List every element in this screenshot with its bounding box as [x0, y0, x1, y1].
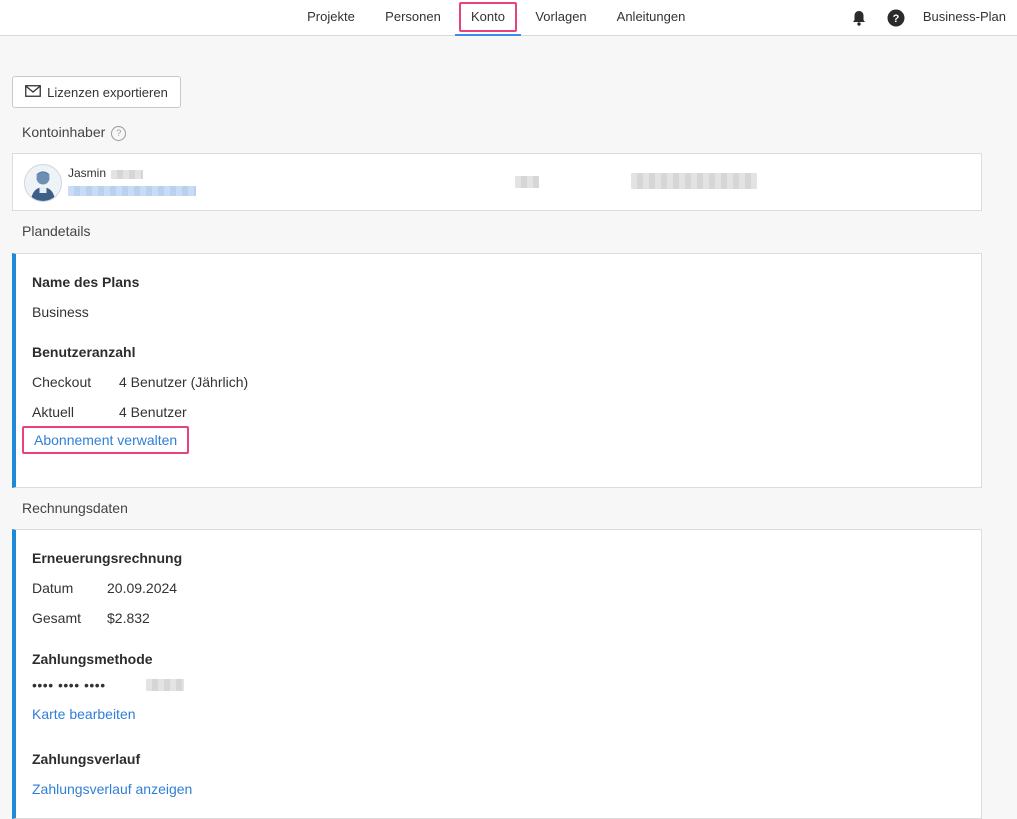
- envelope-icon: [25, 84, 42, 100]
- account-owner-card: Jasmin: [12, 153, 982, 211]
- current-label: Aktuell: [32, 404, 75, 420]
- avatar: [24, 164, 62, 202]
- nav-konto[interactable]: Konto: [455, 0, 521, 36]
- owner-first-name: Jasmin: [68, 166, 107, 180]
- billing-heading: Rechnungsdaten: [22, 500, 128, 516]
- bell-icon[interactable]: [850, 9, 868, 27]
- plan-label[interactable]: Business-Plan: [923, 0, 1006, 34]
- redacted-email: [68, 186, 196, 196]
- plan-name-heading: Name des Plans: [32, 274, 140, 290]
- redacted-field: [515, 176, 539, 188]
- export-licenses-label: Lizenzen exportieren: [47, 84, 168, 100]
- payment-history-heading: Zahlungsverlauf: [32, 751, 141, 767]
- account-owner-heading: Kontoinhaber?: [22, 124, 127, 141]
- card-number-masked: •••• •••• ••••: [32, 677, 106, 693]
- user-count-heading: Benutzeranzahl: [32, 344, 136, 360]
- payment-method-heading: Zahlungsmethode: [32, 651, 153, 667]
- nav-label: Anleitungen: [616, 9, 686, 24]
- plan-details-card: Name des Plans Business Benutzeranzahl C…: [12, 253, 982, 488]
- question-circle-icon[interactable]: ?: [887, 9, 905, 27]
- plan-details-heading: Plandetails: [22, 223, 91, 239]
- checkout-label: Checkout: [32, 374, 92, 390]
- checkout-value: 4 Benutzer (Jährlich): [119, 374, 249, 390]
- nav-vorlagen[interactable]: Vorlagen: [527, 0, 595, 34]
- export-licenses-button[interactable]: Lizenzen exportieren: [12, 76, 181, 108]
- nav-label: Konto: [459, 2, 517, 32]
- plan-name-value: Business: [32, 304, 89, 320]
- help-icon[interactable]: ?: [111, 126, 127, 141]
- svg-text:?: ?: [893, 13, 900, 25]
- nav-label: Personen: [385, 9, 441, 24]
- nav-anleitungen[interactable]: Anleitungen: [606, 0, 696, 34]
- edit-card-link[interactable]: Karte bearbeiten: [32, 706, 136, 722]
- nav-label: Projekte: [307, 9, 355, 24]
- redacted-last-name: [111, 170, 143, 179]
- renewal-heading: Erneuerungsrechnung: [32, 550, 183, 566]
- view-payment-history-link[interactable]: Zahlungsverlauf anzeigen: [32, 781, 192, 797]
- total-label: Gesamt: [32, 610, 82, 626]
- manage-subscription-link[interactable]: Abonnement verwalten: [22, 426, 190, 454]
- top-bar: Projekte Personen Konto Vorlagen Anleitu…: [0, 0, 1017, 36]
- redacted-card-digits: [146, 679, 184, 691]
- account-owner-title: Kontoinhaber: [22, 124, 106, 140]
- total-value: $2.832: [107, 610, 150, 626]
- billing-card: Erneuerungsrechnung Datum 20.09.2024 Ges…: [12, 529, 982, 819]
- nav-label: Vorlagen: [535, 9, 587, 24]
- date-label: Datum: [32, 580, 74, 596]
- nav-projekte[interactable]: Projekte: [298, 0, 364, 34]
- redacted-field: [631, 173, 757, 189]
- date-value: 20.09.2024: [107, 580, 178, 596]
- current-value: 4 Benutzer: [119, 404, 187, 420]
- nav-personen[interactable]: Personen: [378, 0, 448, 34]
